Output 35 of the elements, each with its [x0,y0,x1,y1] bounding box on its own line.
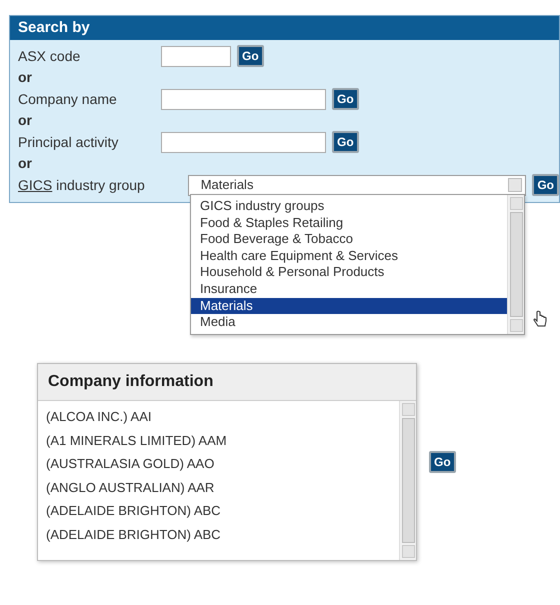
go-button[interactable]: Go [332,88,359,110]
gics-link[interactable]: GICS [18,174,52,196]
company-item[interactable]: (A1 MINERALS LIMITED) AAM [46,428,399,452]
scrollbar[interactable] [399,401,416,560]
dropdown-option[interactable]: Food Beverage & Tobacco [191,231,507,248]
text-field[interactable] [161,88,326,110]
or-label: or [18,112,33,129]
dropdown-option[interactable]: GICS industry groups [191,198,507,215]
go-button[interactable]: Go [532,174,559,196]
company-item[interactable]: (AUSTRALASIA GOLD) AAO [46,452,399,476]
dropdown-option[interactable]: Insurance [191,280,507,298]
scrollbar[interactable] [507,195,524,334]
field-label: ASX code [18,46,82,66]
dropdown-option[interactable]: Food & Staples Retailing [191,214,507,232]
or-label: or [18,155,33,172]
text-field[interactable] [161,46,231,66]
field-label: Principal activity [18,132,120,152]
go-button[interactable]: Go [237,45,264,67]
field-label: Company name [18,90,118,109]
go-button[interactable]: Go [429,451,456,473]
dropdown-option[interactable]: Household & Personal Products [191,264,507,281]
or-label: or [18,69,33,86]
company-item[interactable]: (ADELAIDE BRIGHTON) ABC [46,522,399,546]
field-label: industry group [56,176,145,195]
dropdown-option[interactable]: Media [191,314,507,331]
dropdown-option[interactable]: Health care Equipment & Services [191,248,507,264]
text-field[interactable] [161,132,326,152]
company-item[interactable]: (ANGLO AUSTRALIAN) AAR [46,476,399,499]
company-item[interactable]: (ALCOA INC.) AAI [46,405,399,428]
panel-title: Search by [10,16,559,40]
go-button[interactable]: Go [332,131,359,153]
company-item[interactable]: (ADELAIDE BRIGHTON) ABC [46,499,399,522]
list-title: Company information [38,364,416,401]
industry-select[interactable]: Materials [188,174,526,196]
dropdown-option[interactable]: Materials [191,298,507,314]
